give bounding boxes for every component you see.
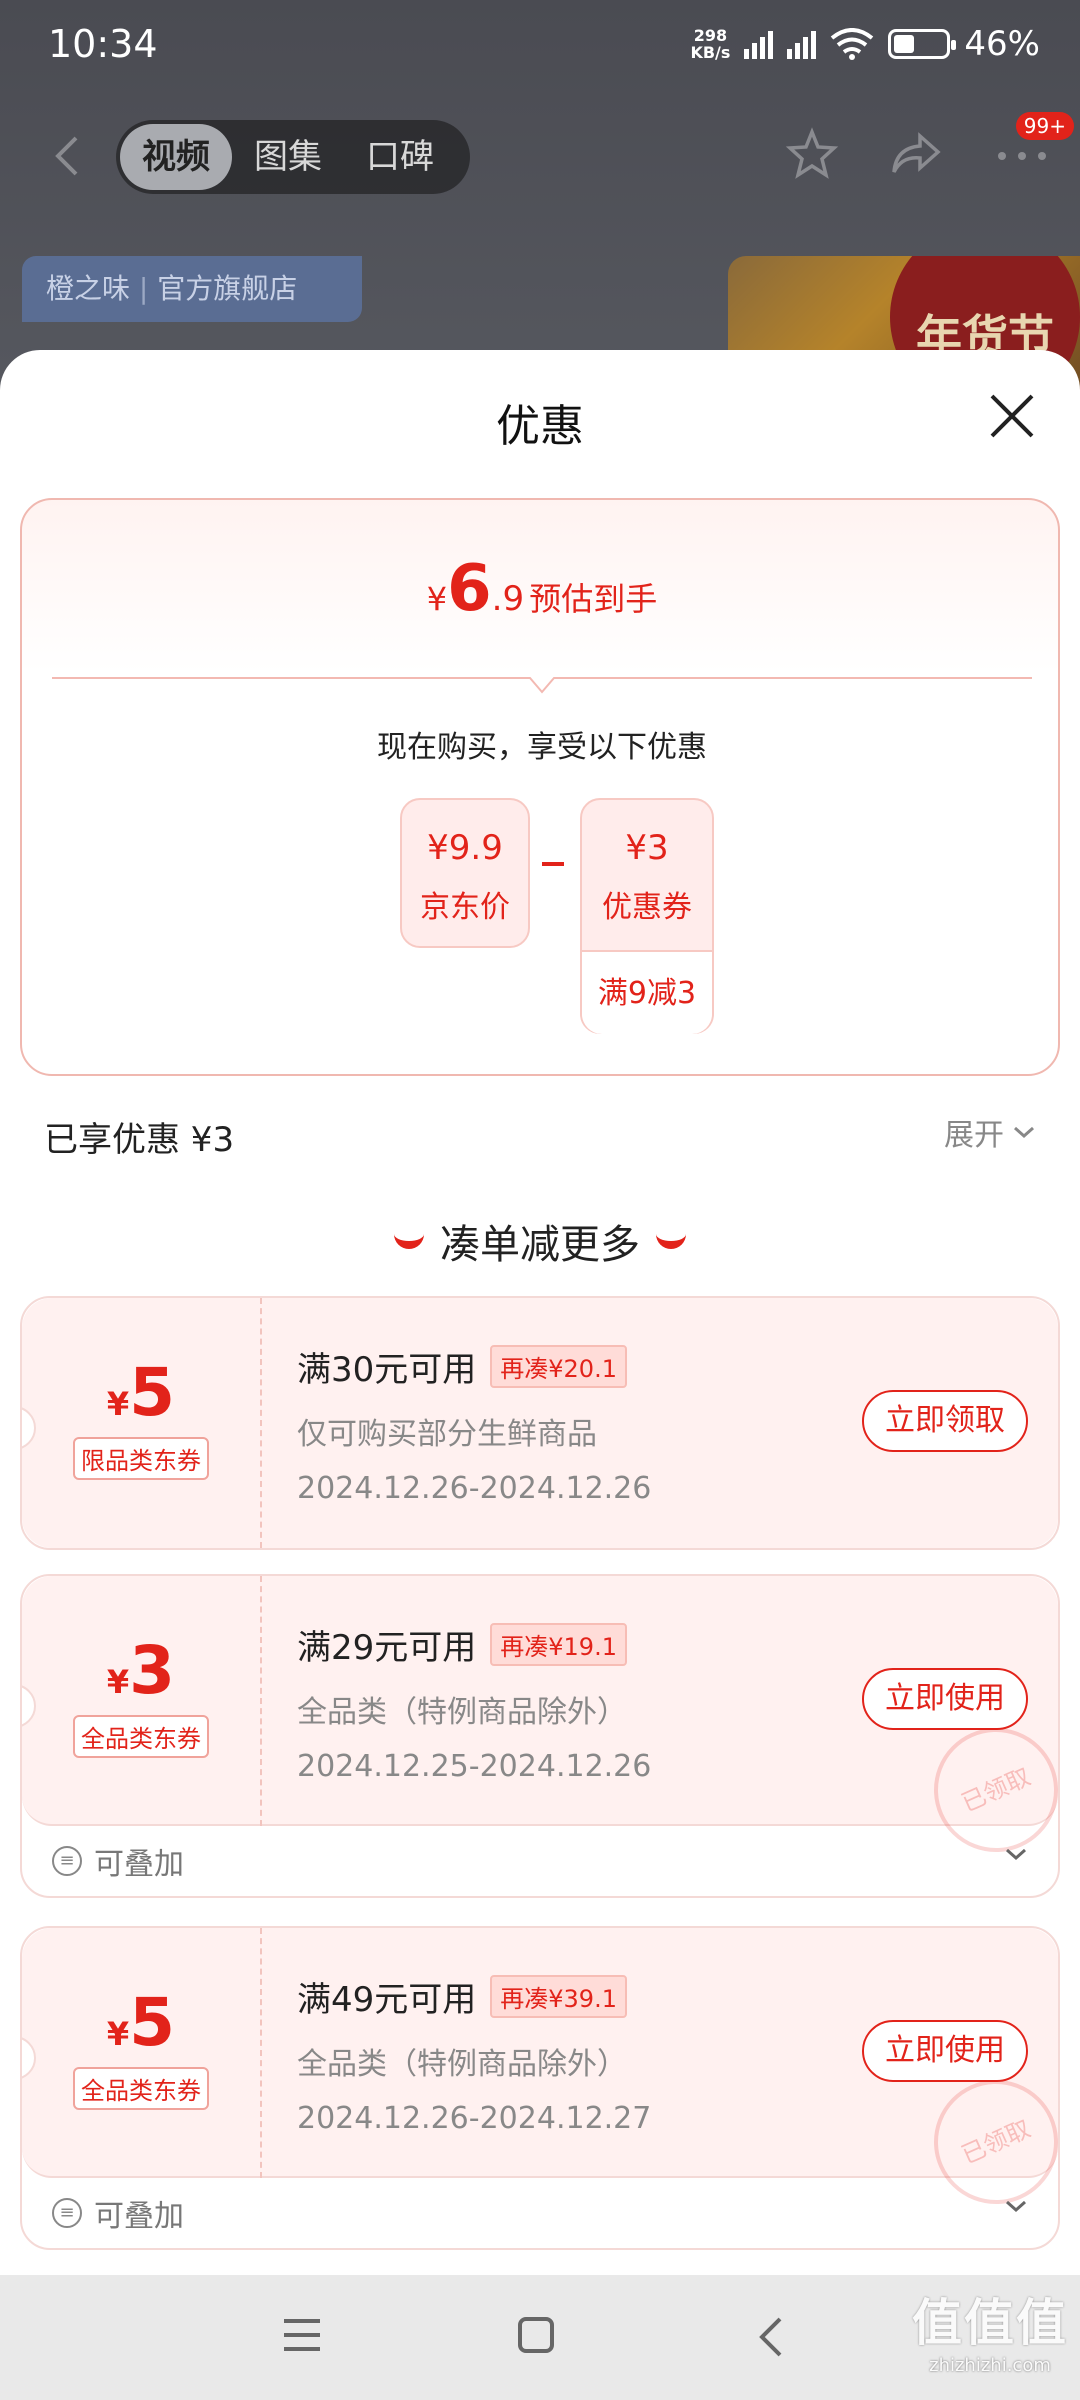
shop-name: 橙之味 (46, 272, 131, 305)
top-nav: 视频 图集 口碑 99+ (0, 112, 1080, 196)
coupon-condition: 满30元可用 (297, 1350, 477, 1390)
discount-sheet: 优惠 ¥6.9 预估到手 现在购买，享受以下优惠 ¥9.9 京东价 ¥3 优惠券… (0, 350, 1080, 2275)
estimated-price: ¥6.9 预估到手 (426, 552, 658, 626)
media-tab-switcher: 视频 图集 口碑 (116, 120, 470, 194)
coupon-topup-tag: 再凑¥20.1 (490, 1345, 627, 1388)
coupon-type-badge: 限品类东券 (73, 1437, 209, 1480)
use-coupon-button[interactable]: 立即使用 (862, 1668, 1028, 1730)
tab-gallery[interactable]: 图集 (232, 124, 344, 190)
coupon-deduction-box: ¥3 优惠券 满9减3 (580, 798, 714, 1034)
coupon-validity: 2024.12.25-2024.12.26 (297, 1749, 652, 1784)
price-summary-card: ¥6.9 预估到手 现在购买，享受以下优惠 ¥9.9 京东价 ¥3 优惠券 满9… (20, 498, 1060, 1076)
price-divider (52, 677, 1032, 694)
back-arrow-icon[interactable] (48, 132, 88, 180)
stackable-label: 可叠加 (94, 1847, 184, 1882)
more-menu[interactable]: 99+ (992, 112, 1074, 182)
stack-icon: ≡ (52, 2198, 82, 2228)
section-title: 凑单减更多 (0, 1212, 1080, 1270)
expand-toggle[interactable]: 展开 (944, 1110, 1036, 1154)
stackable-label: 可叠加 (94, 2199, 184, 2234)
shop-tag: 橙之味 | 官方旗舰店 (22, 256, 362, 322)
base-price-box: ¥9.9 京东价 (400, 798, 530, 948)
coupon-scope: 全品类（特例商品除外） (297, 1695, 627, 1730)
coupon-details: 满29元可用 再凑¥19.1 全品类（特例商品除外） 2024.12.25-202… (297, 1620, 651, 1784)
battery-percent: 46% (964, 24, 1040, 64)
coupon-validity: 2024.12.26-2024.12.27 (297, 2101, 652, 2136)
stackable-row[interactable]: ≡ 可叠加 (22, 1826, 1058, 1896)
shop-type: 官方旗舰店 (157, 272, 298, 305)
coupon-condition: 满29元可用 (297, 1628, 477, 1668)
use-coupon-button[interactable]: 立即使用 (862, 2020, 1028, 2082)
battery-icon (888, 29, 957, 59)
base-price-amount: ¥9.9 (427, 828, 503, 868)
coupon-card: ¥5 限品类东券 满30元可用 再凑¥20.1 仅可购买部分生鲜商品 2024.1… (20, 1296, 1060, 1550)
nav-actions: 99+ (784, 112, 1074, 182)
stack-icon: ≡ (52, 1846, 82, 1876)
background-product-page: 10:34 298 KB/s 46% 视频 图集 口碑 99+ 橙之味 | 官方… (0, 0, 1080, 406)
tab-video[interactable]: 视频 (120, 124, 232, 190)
coupon-scope: 全品类（特例商品除外） (297, 2047, 627, 2082)
coupon-topup-tag: 再凑¥39.1 (490, 1975, 627, 2018)
chevron-down-icon (1006, 1848, 1026, 1861)
close-icon[interactable] (986, 390, 1038, 442)
coupon-deduction-amount: ¥3 (625, 828, 669, 868)
status-icons: 298 KB/s 46% (690, 24, 1040, 64)
buy-note: 现在购买，享受以下优惠 (377, 730, 707, 765)
network-speed: 298 KB/s (690, 26, 731, 62)
base-price-label: 京东价 (420, 890, 510, 925)
notification-badge: 99+ (1015, 112, 1074, 140)
coupon-validity: 2024.12.26-2024.12.26 (297, 1471, 652, 1506)
coupon-body: ¥5 限品类东券 满30元可用 再凑¥20.1 仅可购买部分生鲜商品 2024.1… (22, 1298, 1058, 1548)
coupon-deduction-condition: 满9减3 (582, 950, 712, 1034)
signal-icon (787, 29, 817, 59)
status-time: 10:34 (48, 22, 158, 66)
wifi-icon (831, 28, 874, 60)
chevron-down-icon (1006, 2200, 1026, 2213)
coupon-card: ¥5 全品类东券 满49元可用 再凑¥39.1 全品类（特例商品除外） 2024.… (20, 1926, 1060, 2250)
claim-coupon-button[interactable]: 立即领取 (862, 1390, 1028, 1452)
watermark-logo: 值值值 (912, 2294, 1068, 2352)
coupon-type-badge: 全品类东券 (73, 2067, 209, 2110)
minus-sign (542, 862, 564, 866)
expand-label: 展开 (944, 1118, 1004, 1153)
smile-decor-icon (656, 1233, 686, 1249)
star-icon[interactable] (784, 126, 840, 182)
coupon-details: 满49元可用 再凑¥39.1 全品类（特例商品除外） 2024.12.26-202… (297, 1972, 651, 2136)
signal-icon (744, 29, 774, 59)
enjoyed-discount: 已享优惠 ¥3 (44, 1120, 235, 1160)
coupon-scope: 仅可购买部分生鲜商品 (297, 1417, 597, 1452)
coupon-condition: 满49元可用 (297, 1980, 477, 2020)
back-icon[interactable] (756, 2315, 786, 2359)
coupon-body: ¥5 全品类东券 满49元可用 再凑¥39.1 全品类（特例商品除外） 2024.… (22, 1928, 1058, 2224)
watermark-url: zhizhizhi.com (929, 2355, 1051, 2376)
coupon-deduction-label: 优惠券 (602, 890, 692, 925)
coupon-card: ¥3 全品类东券 满29元可用 再凑¥19.1 全品类（特例商品除外） 2024.… (20, 1574, 1060, 1898)
status-bar: 10:34 298 KB/s 46% (0, 0, 1080, 92)
system-nav-bar: 值值值 zhizhizhi.com (0, 2275, 1080, 2400)
share-icon[interactable] (888, 126, 944, 182)
coupon-details: 满30元可用 再凑¥20.1 仅可购买部分生鲜商品 2024.12.26-2024… (297, 1342, 651, 1506)
tab-reviews[interactable]: 口碑 (344, 124, 456, 190)
menu-icon[interactable] (280, 2315, 324, 2355)
smile-decor-icon (394, 1233, 424, 1249)
coupon-value: ¥3 全品类东券 (22, 1576, 262, 1826)
coupon-value: ¥5 全品类东券 (22, 1928, 262, 2178)
site-watermark: 值值值 zhizhizhi.com (912, 2283, 1068, 2376)
coupon-type-badge: 全品类东券 (73, 1715, 209, 1758)
chevron-down-icon (1014, 1126, 1034, 1139)
coupon-topup-tag: 再凑¥19.1 (490, 1623, 627, 1666)
coupon-body: ¥3 全品类东券 满29元可用 再凑¥19.1 全品类（特例商品除外） 2024.… (22, 1576, 1058, 1872)
home-icon[interactable] (516, 2315, 556, 2355)
stackable-row[interactable]: ≡ 可叠加 (22, 2178, 1058, 2248)
sheet-title: 优惠 (496, 401, 584, 452)
coupon-value: ¥5 限品类东券 (22, 1298, 262, 1548)
